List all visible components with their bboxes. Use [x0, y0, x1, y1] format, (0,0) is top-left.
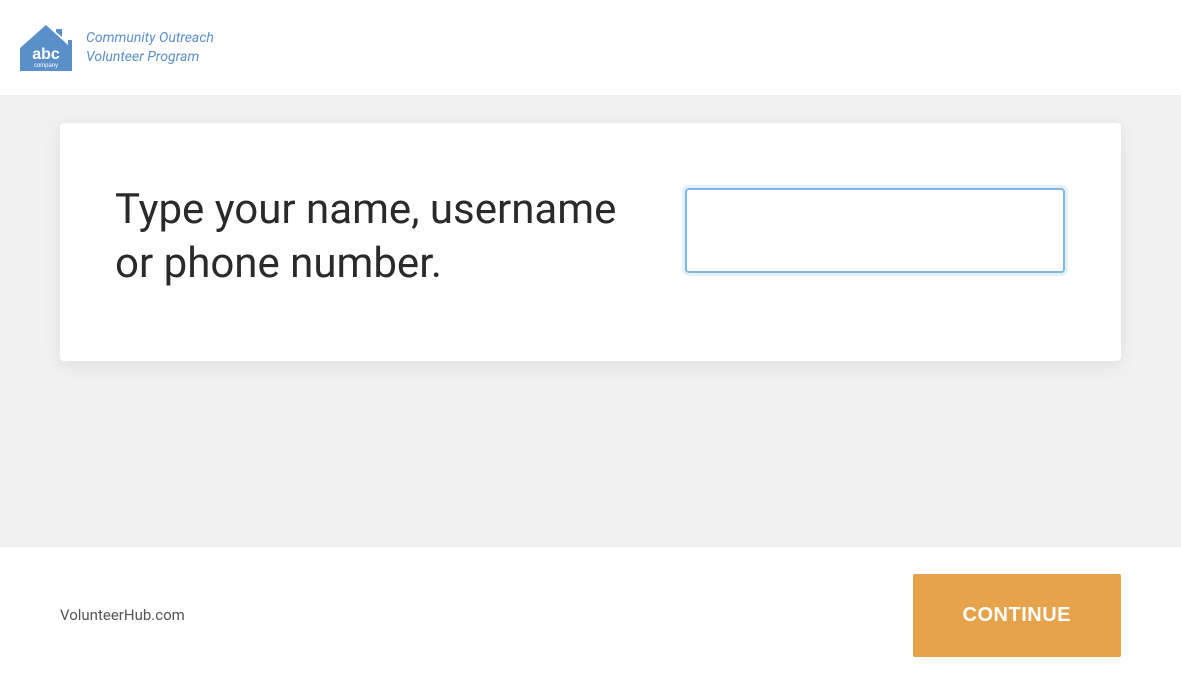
header: abc company Community Outreach Volunteer… [0, 0, 1181, 95]
tagline-line-2: Volunteer Program [86, 48, 214, 66]
tagline-line-1: Community Outreach [86, 29, 214, 47]
footer-brand: VolunteerHub.com [60, 606, 185, 624]
svg-text:abc: abc [32, 46, 60, 63]
footer: VolunteerHub.com CONTINUE [0, 547, 1181, 683]
input-container [685, 183, 1065, 273]
continue-button[interactable]: CONTINUE [913, 574, 1121, 657]
svg-text:company: company [34, 63, 58, 69]
prompt-text: Type your name, username or phone number… [115, 183, 625, 291]
identity-input[interactable] [685, 188, 1065, 273]
main-area: Type your name, username or phone number… [0, 95, 1181, 547]
identity-card: Type your name, username or phone number… [60, 123, 1121, 361]
house-logo-icon: abc company [16, 23, 76, 73]
logo-tagline: Community Outreach Volunteer Program [86, 29, 214, 65]
logo-container: abc company Community Outreach Volunteer… [16, 23, 214, 73]
